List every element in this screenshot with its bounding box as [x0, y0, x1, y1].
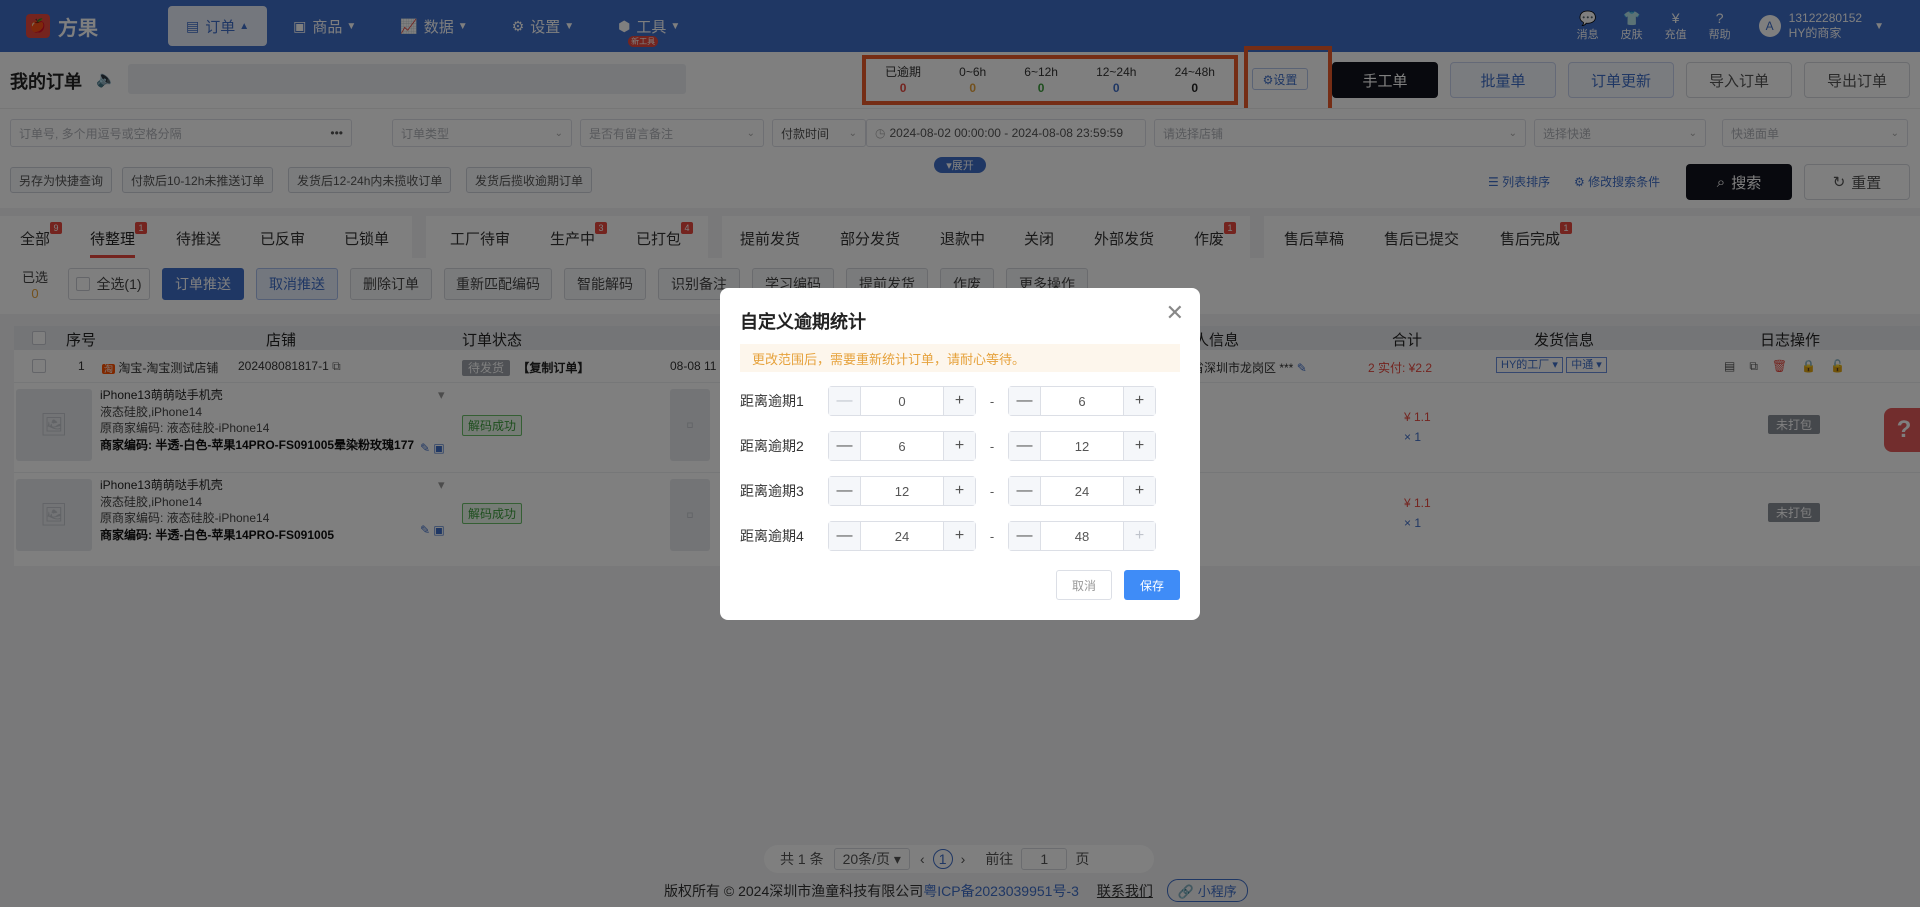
minus-icon[interactable]: —	[1009, 477, 1041, 505]
plus-icon[interactable]: +	[1123, 477, 1155, 505]
dialog-title: 自定义逾期统计	[740, 312, 866, 332]
minus-icon[interactable]: —	[1009, 432, 1041, 460]
minus-icon[interactable]: —	[829, 477, 861, 505]
range-dash: -	[989, 483, 995, 499]
range-dash: -	[989, 438, 995, 454]
plus-icon[interactable]: +	[943, 477, 975, 505]
minus-icon[interactable]: —	[829, 522, 861, 550]
range-to-input[interactable]: 24	[1041, 477, 1123, 505]
range-from-input[interactable]: 24	[861, 522, 943, 550]
plus-icon[interactable]: +	[943, 432, 975, 460]
range-from-stepper: — 24 +	[828, 521, 976, 551]
range-dash: -	[989, 528, 995, 544]
range-to-stepper: — 12 +	[1008, 431, 1156, 461]
range-to-input[interactable]: 48	[1041, 522, 1123, 550]
range-from-stepper: — 12 +	[828, 476, 976, 506]
cancel-button[interactable]: 取消	[1056, 570, 1112, 600]
range-from-input[interactable]: 12	[861, 477, 943, 505]
range-label: 距离逾期1	[740, 393, 804, 409]
range-to-stepper: — 48 +	[1008, 521, 1156, 551]
range-row: 距离逾期2 — 6 + - — 12 +	[740, 431, 1180, 461]
plus-icon[interactable]: +	[1123, 522, 1155, 550]
plus-icon[interactable]: +	[943, 522, 975, 550]
range-dash: -	[989, 393, 995, 409]
minus-icon[interactable]: —	[829, 387, 861, 415]
range-to-stepper: — 24 +	[1008, 476, 1156, 506]
range-from-stepper: — 6 +	[828, 431, 976, 461]
range-to-stepper: — 6 +	[1008, 386, 1156, 416]
range-from-stepper: — 0 +	[828, 386, 976, 416]
overdue-settings-dialog: 自定义逾期统计 ✕ 更改范围后，需要重新统计订单，请耐心等待。 距离逾期1 — …	[720, 288, 1200, 620]
range-to-input[interactable]: 12	[1041, 432, 1123, 460]
minus-icon[interactable]: —	[1009, 522, 1041, 550]
plus-icon[interactable]: +	[1123, 387, 1155, 415]
range-from-input[interactable]: 6	[861, 432, 943, 460]
save-button[interactable]: 保存	[1124, 570, 1180, 600]
range-row: 距离逾期1 — 0 + - — 6 +	[740, 386, 1180, 416]
close-icon[interactable]: ✕	[1166, 300, 1184, 326]
minus-icon[interactable]: —	[829, 432, 861, 460]
range-label: 距离逾期3	[740, 483, 804, 499]
plus-icon[interactable]: +	[1123, 432, 1155, 460]
range-row: 距离逾期3 — 12 + - — 24 +	[740, 476, 1180, 506]
plus-icon[interactable]: +	[943, 387, 975, 415]
range-from-input[interactable]: 0	[861, 387, 943, 415]
range-label: 距离逾期2	[740, 438, 804, 454]
range-label: 距离逾期4	[740, 528, 804, 544]
minus-icon[interactable]: —	[1009, 387, 1041, 415]
warning-notice: 更改范围后，需要重新统计订单，请耐心等待。	[740, 344, 1180, 372]
range-to-input[interactable]: 6	[1041, 387, 1123, 415]
range-row: 距离逾期4 — 24 + - — 48 +	[740, 521, 1180, 551]
